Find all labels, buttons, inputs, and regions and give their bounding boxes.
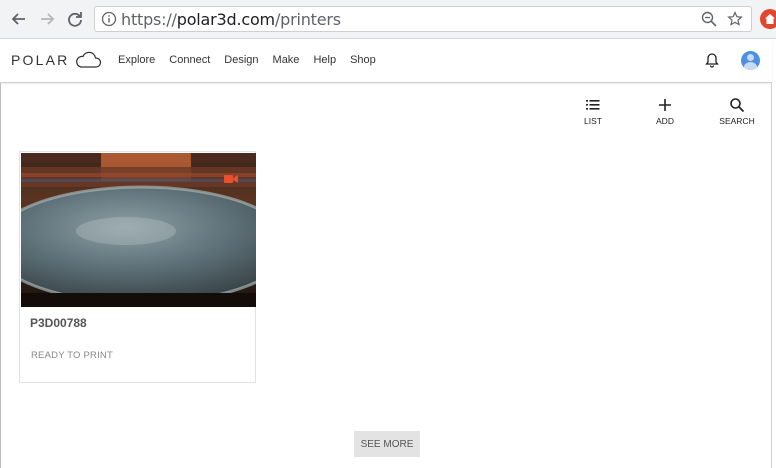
- url-path: /printers: [274, 10, 341, 29]
- list-icon: [586, 100, 600, 110]
- list-label: LIST: [584, 116, 602, 126]
- browser-toolbar: https://polar3d.com/printers: [0, 0, 776, 39]
- list-button[interactable]: LIST: [571, 97, 615, 126]
- extension-icon[interactable]: [760, 9, 776, 29]
- video-camera-icon[interactable]: [224, 174, 238, 184]
- nav-help[interactable]: Help: [313, 54, 336, 66]
- bookmark-star-icon[interactable]: [727, 11, 743, 27]
- nav-explore[interactable]: Explore: [118, 54, 155, 66]
- see-more-button[interactable]: SEE MORE: [354, 431, 420, 457]
- zoom-icon[interactable]: [701, 11, 717, 27]
- nav-connect[interactable]: Connect: [169, 54, 210, 66]
- nav-shop[interactable]: Shop: [350, 54, 376, 66]
- cloud-icon: [76, 51, 102, 68]
- address-bar[interactable]: https://polar3d.com/printers: [94, 6, 752, 32]
- url-scheme: https://: [121, 10, 177, 29]
- nav-design[interactable]: Design: [224, 54, 258, 66]
- printer-camera-image[interactable]: [21, 153, 256, 307]
- right-divider: [771, 83, 772, 468]
- url-text[interactable]: https://polar3d.com/printers: [121, 10, 341, 29]
- add-button[interactable]: ADD: [643, 97, 687, 126]
- info-icon[interactable]: [101, 11, 117, 27]
- search-button[interactable]: SEARCH: [715, 97, 759, 126]
- printer-bed-photo: [21, 153, 256, 307]
- site-header: POLAR Explore Connect Design Make Help S…: [0, 39, 772, 83]
- app-page: POLAR Explore Connect Design Make Help S…: [0, 39, 776, 468]
- printer-name[interactable]: P3D00788: [30, 316, 87, 330]
- reload-button[interactable]: [65, 9, 85, 29]
- logo-text: POLAR: [11, 52, 70, 68]
- left-divider: [0, 83, 1, 468]
- back-button[interactable]: [9, 9, 29, 29]
- polar-logo[interactable]: POLAR: [11, 51, 102, 69]
- url-host: polar3d.com: [176, 10, 275, 29]
- search-label: SEARCH: [719, 116, 755, 126]
- forward-arrow-icon: [41, 13, 55, 25]
- nav-make[interactable]: Make: [273, 54, 300, 66]
- printer-card[interactable]: P3D00788 READY TO PRINT: [19, 151, 256, 383]
- user-avatar[interactable]: [741, 51, 760, 70]
- plus-icon: [659, 99, 671, 111]
- notifications-bell-icon[interactable]: [704, 52, 720, 68]
- search-icon: [730, 98, 745, 113]
- main-nav: Explore Connect Design Make Help Shop: [118, 54, 390, 66]
- reload-icon: [68, 12, 82, 27]
- printer-status: READY TO PRINT: [31, 350, 113, 361]
- forward-button[interactable]: [37, 9, 57, 29]
- add-label: ADD: [656, 116, 674, 126]
- back-arrow-icon: [11, 13, 25, 25]
